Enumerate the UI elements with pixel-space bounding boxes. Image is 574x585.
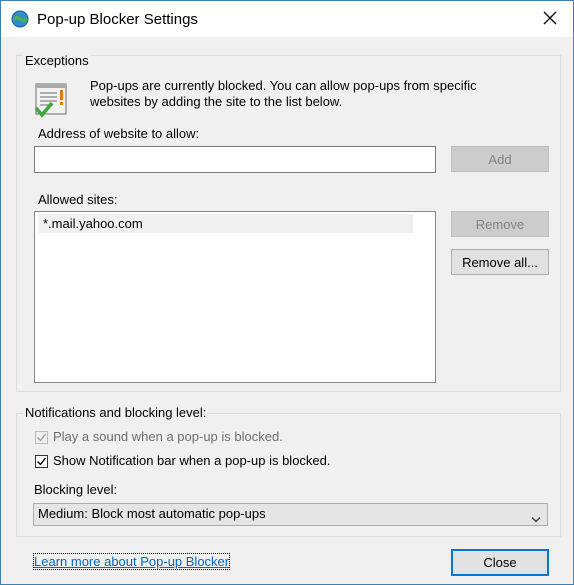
- learn-more-link[interactable]: Learn more about Pop-up Blocker: [32, 553, 231, 570]
- popup-blocker-settings-dialog: Pop-up Blocker Settings Exceptions Pop-u…: [0, 0, 574, 585]
- address-label: Address of website to allow:: [38, 126, 200, 141]
- title-bar: Pop-up Blocker Settings: [1, 1, 573, 37]
- list-item[interactable]: *.mail.yahoo.com: [39, 214, 413, 233]
- info-text: Pop-ups are currently blocked. You can a…: [90, 78, 477, 109]
- address-input[interactable]: [34, 146, 436, 173]
- remove-button[interactable]: Remove: [451, 211, 549, 237]
- internet-explorer-icon: [10, 9, 30, 29]
- add-button[interactable]: Add: [451, 146, 549, 172]
- dialog-body: Exceptions Pop-ups are currently blocked…: [1, 37, 573, 584]
- play-sound-label: Play a sound when a pop-up is blocked.: [53, 429, 283, 444]
- close-icon: [543, 8, 557, 31]
- show-notification-bar-label: Show Notification bar when a pop-up is b…: [53, 453, 331, 468]
- show-notification-bar-checkbox[interactable]: [35, 455, 48, 468]
- remove-all-button[interactable]: Remove all...: [451, 249, 549, 275]
- close-window-button[interactable]: [527, 1, 573, 37]
- exceptions-group-title: Exceptions: [23, 53, 91, 68]
- close-button[interactable]: Close: [451, 549, 549, 576]
- blocking-level-value: Medium: Block most automatic pop-ups: [38, 506, 266, 521]
- blocking-level-label: Blocking level:: [34, 482, 118, 497]
- window-title: Pop-up Blocker Settings: [37, 11, 198, 28]
- blocking-level-select[interactable]: Medium: Block most automatic pop-ups: [33, 503, 548, 526]
- notifications-group-title: Notifications and blocking level:: [23, 405, 209, 420]
- allowed-sites-label: Allowed sites:: [38, 192, 118, 207]
- notepad-check-icon: [33, 81, 73, 124]
- play-sound-checkbox[interactable]: [35, 431, 48, 444]
- allowed-sites-list[interactable]: *.mail.yahoo.com: [34, 211, 436, 383]
- chevron-down-icon: [531, 510, 541, 530]
